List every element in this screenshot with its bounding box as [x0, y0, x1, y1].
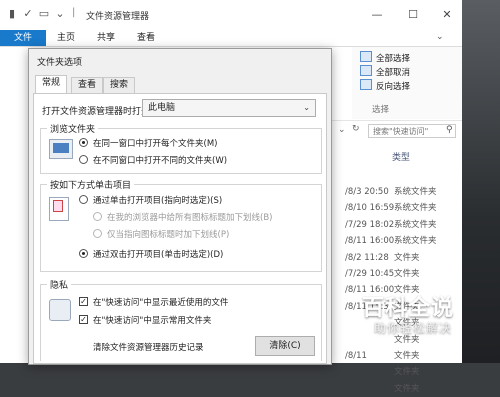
invert-selection-label: 反向选择: [376, 82, 411, 92]
close-button[interactable]: ✕: [432, 6, 462, 24]
new-window-label: 在不同窗口中打开不同的文件夹(W): [93, 156, 228, 166]
select-all-button[interactable]: 全部选择: [360, 51, 410, 64]
date-cell: /8/11: [345, 350, 367, 361]
new-folder-icon[interactable]: ▭: [38, 8, 50, 20]
double-click-label: 通过双击打开项目(单击时选定)(D): [93, 250, 224, 260]
type-cell: 系统文件夹: [394, 219, 437, 230]
search-icon: ⚲: [446, 125, 453, 135]
browse-folders-label: 浏览文件夹: [47, 122, 99, 135]
double-click-radio[interactable]: [79, 249, 88, 258]
privacy-group: 隐私 ✓ 在"快速访问"中显示最近使用的文件 ✓ 在"快速访问"中显示常用文件夹…: [40, 278, 322, 361]
show-recent-label: 在"快速访问"中显示最近使用的文件: [93, 298, 229, 308]
date-cell: /8/11 16:00: [345, 236, 395, 247]
type-cell: 文件夹: [394, 383, 420, 394]
date-cell: /7/29 18:02: [345, 219, 395, 230]
open-explorer-value: 此电脑: [148, 103, 176, 113]
click-items-group: 按如下方式单击项目 通过单击打开项目(指向时选定)(S) 在我的浏览器中给所有图…: [40, 178, 322, 272]
clear-history-button[interactable]: 清除(C): [255, 336, 315, 356]
tab-view[interactable]: 查看: [126, 30, 166, 46]
tab-search[interactable]: 搜索: [103, 77, 136, 93]
type-cell: 系统文件夹: [394, 236, 437, 247]
single-click-label: 通过单击打开项目(指向时选定)(S): [93, 196, 223, 206]
tab-general[interactable]: 常规: [35, 75, 68, 94]
clear-history-label: 清除文件资源管理器历史记录: [93, 343, 204, 353]
open-explorer-label: 打开文件资源管理器时打开:: [42, 107, 154, 117]
underline-all-label: 在我的浏览器中给所有图标标题加下划线(B): [107, 213, 273, 223]
ribbon-tab-bar: 文件 主页 共享 查看 ⌄: [0, 30, 462, 47]
date-cell: /8/3 20:50: [345, 187, 389, 197]
show-frequent-label: 在"快速访问"中显示常用文件夹: [93, 316, 212, 326]
maximize-button[interactable]: ☐: [398, 6, 428, 24]
search-input[interactable]: 搜索"快速访问": [368, 124, 456, 138]
select-none-button[interactable]: 全部取消: [360, 65, 410, 78]
privacy-label: 隐私: [47, 278, 72, 291]
privacy-illustration-icon: [49, 299, 71, 321]
pointer-illustration-icon: [49, 197, 69, 221]
folder-icon: ▮: [8, 7, 16, 20]
title-bar: ▮ ✓ ▭ ⌄ | 文件资源管理器 — ☐ ✕: [0, 0, 462, 30]
general-tab-panel: 打开文件资源管理器时打开: 此电脑 ⌄ 浏览文件夹 在同一窗口中打开每个文件夹(…: [33, 93, 327, 364]
ribbon-select-panel: 全部选择 全部取消 反向选择: [352, 47, 462, 119]
tab-home[interactable]: 主页: [46, 30, 86, 46]
new-window-radio[interactable]: [79, 155, 88, 164]
divider-icon: |: [72, 7, 76, 18]
type-cell: 系统文件夹: [394, 203, 437, 214]
date-cell: /7/29 10:45: [345, 268, 395, 279]
date-cell: /8/10 16:59: [345, 203, 395, 214]
date-cell: /8/2 11:28: [345, 252, 389, 263]
ribbon-expand-icon[interactable]: ⌄: [436, 32, 444, 42]
invert-selection-icon: [360, 79, 372, 90]
invert-selection-button[interactable]: 反向选择: [360, 79, 410, 92]
same-window-label: 在同一窗口中打开每个文件夹(M): [93, 139, 218, 149]
underline-hover-radio[interactable]: [93, 229, 102, 238]
chevron-down-icon[interactable]: ⌄: [338, 125, 346, 135]
properties-icon[interactable]: ✓: [22, 8, 34, 20]
tab-file[interactable]: 文件: [0, 30, 46, 46]
desktop-edge: [462, 0, 500, 363]
same-window-radio[interactable]: [79, 138, 88, 147]
type-cell: 文件夹: [394, 268, 420, 279]
chevron-down-icon[interactable]: ⌄: [54, 8, 66, 20]
underline-all-radio[interactable]: [93, 212, 102, 221]
browse-folders-group: 浏览文件夹 在同一窗口中打开每个文件夹(M) 在不同窗口中打开不同的文件夹(W): [40, 122, 322, 174]
select-none-icon: [360, 65, 372, 76]
dialog-tab-bar: 常规 查看 搜索: [33, 75, 327, 94]
show-recent-checkbox[interactable]: ✓: [79, 297, 88, 306]
single-click-radio[interactable]: [79, 195, 88, 204]
select-group-label: 选择: [372, 105, 390, 115]
date-column: /8/3 20:50 /8/10 16:59 /7/29 18:02 /8/11…: [345, 184, 395, 364]
watermark-logo: 百科全说: [362, 296, 455, 321]
window-illustration-icon: [49, 139, 73, 159]
show-frequent-checkbox[interactable]: ✓: [79, 315, 88, 324]
folder-options-dialog: 文件夹选项 常规 查看 搜索 打开文件资源管理器时打开: 此电脑 ⌄ 浏览文件夹…: [28, 48, 332, 365]
minimize-button[interactable]: —: [362, 6, 392, 24]
watermark-subtitle: 助你轻松解决: [374, 321, 453, 335]
underline-hover-label: 仅当指向图标标题时加下划线(P): [107, 230, 230, 240]
type-cell: 文件夹: [394, 252, 420, 263]
chevron-down-icon: ⌄: [303, 103, 310, 112]
select-all-icon: [360, 51, 372, 62]
open-explorer-select[interactable]: 此电脑 ⌄: [142, 99, 316, 117]
click-items-label: 按如下方式单击项目: [47, 178, 135, 191]
window-title: 文件资源管理器: [86, 12, 150, 22]
type-cell: 文件夹: [394, 350, 420, 361]
tab-share[interactable]: 共享: [86, 30, 126, 46]
select-all-label: 全部选择: [376, 54, 411, 64]
type-column-header[interactable]: 类型: [392, 150, 410, 163]
refresh-icon[interactable]: ↻: [352, 124, 360, 134]
dialog-title: 文件夹选项: [37, 58, 83, 68]
select-none-label: 全部取消: [376, 68, 411, 78]
type-cell: 文件夹: [394, 367, 420, 378]
type-cell: 系统文件夹: [394, 187, 437, 197]
tab-view[interactable]: 查看: [71, 77, 104, 93]
